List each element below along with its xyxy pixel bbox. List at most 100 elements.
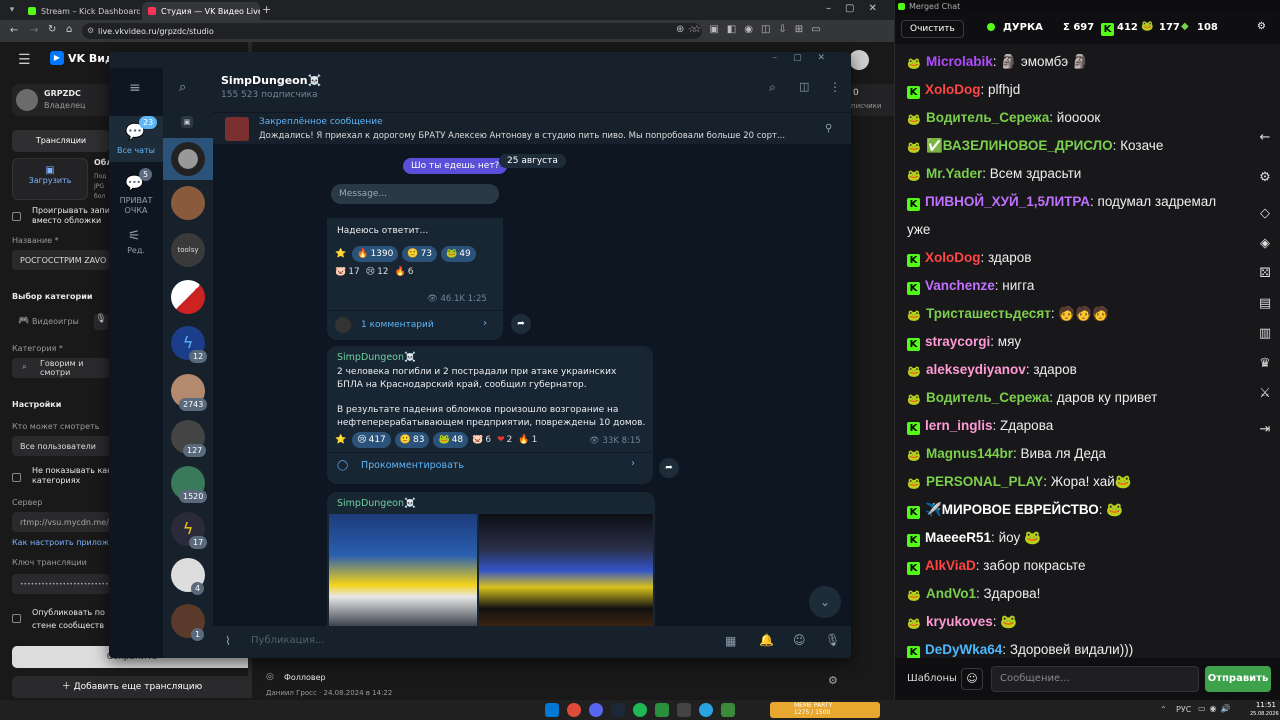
sidebar-toggle-icon[interactable]: ◫ — [799, 80, 809, 93]
new-tab-icon[interactable]: + — [262, 3, 271, 16]
reaction[interactable]: 🙂 83 — [394, 432, 430, 448]
chat-username[interactable]: Microlabik — [926, 54, 993, 69]
upload-cover-button[interactable]: ▣ Загрузить — [12, 158, 88, 200]
chat-username[interactable]: AlkViaD — [925, 558, 976, 573]
search-icon[interactable]: ⌕ — [179, 80, 186, 95]
reaction[interactable]: ❤ 2 — [497, 433, 512, 447]
archive-icon[interactable]: ▣ — [181, 116, 193, 128]
chat-username[interactable]: XoloDog — [925, 82, 981, 97]
chat-username[interactable]: lern_inglis — [925, 418, 993, 433]
reload-icon[interactable]: ↻ — [48, 24, 56, 35]
category-input[interactable]: ⌕ Говорим и смотри — [12, 358, 110, 378]
forward-icon[interactable]: → — [30, 25, 38, 36]
reaction[interactable]: 🐸 48 — [433, 432, 469, 448]
search-icon[interactable]: ⌕ — [769, 80, 776, 95]
chat-avatar[interactable] — [171, 280, 205, 314]
chat-username[interactable]: MaeeeR51 — [925, 530, 991, 545]
discord-icon[interactable] — [589, 703, 603, 717]
swords-icon[interactable]: ⚔ — [1257, 386, 1273, 402]
pin-list-icon[interactable]: ⚲ — [825, 123, 832, 134]
chat-username[interactable]: straycorgi — [925, 334, 990, 349]
list-icon[interactable]: ▤ — [1257, 296, 1273, 312]
language-indicator[interactable]: РУС — [1176, 705, 1191, 714]
chat-avatar[interactable]: toolsy — [171, 233, 205, 267]
chat-avatar[interactable] — [171, 186, 205, 220]
folder-edit[interactable]: ⚟ Ред. — [109, 228, 163, 264]
clock[interactable]: 11:51 25.08.2026 — [1250, 701, 1279, 719]
gem-icon[interactable]: ◈ — [1257, 236, 1273, 252]
chat-username[interactable]: kryukoves — [926, 614, 993, 629]
comment-cta[interactable]: Прокомментировать — [361, 460, 464, 471]
photo-image[interactable] — [329, 514, 477, 632]
schedule-icon[interactable]: ▦ — [725, 634, 736, 648]
dice-icon[interactable]: ⚄ — [1257, 266, 1273, 282]
post-bubble[interactable]: Надеюсь ответит... ⭐ 🔥 1390 🙂 73 🐸 49 🐷 17 😢 12 🔥 6 … — [327, 218, 503, 340]
reaction-star[interactable]: ⭐ — [335, 247, 346, 261]
profile-avatar[interactable] — [849, 50, 869, 70]
tab-vk-studio[interactable]: Студия — VK Видео Live × — [142, 2, 260, 20]
chevron-right-icon[interactable]: › — [483, 318, 487, 329]
chat-username[interactable]: PERSONAL_PLAY — [926, 474, 1043, 489]
hide-checkbox[interactable] — [12, 473, 21, 482]
bar-chart-icon[interactable]: ▥ — [1257, 326, 1273, 342]
name-input[interactable]: РОСГОССТРИМ ZAVO — [12, 250, 110, 270]
extensions-icons[interactable]: ⊕☆▣◧◉◫⇩⊞▭ — [676, 24, 829, 35]
chat-username[interactable]: ✈️МИРОВОЕ ЕВРЕЙСТВО — [925, 502, 1099, 517]
reaction[interactable]: 🐸 49 — [441, 246, 476, 262]
emoji-icon[interactable]: ☺ — [793, 633, 806, 647]
reaction[interactable]: 🔥 6 — [395, 265, 414, 279]
folder-private[interactable]: 💬 5 ПРИВАТ ОЧКА — [109, 168, 163, 216]
vk-video-logo-icon[interactable]: ▶ — [50, 51, 64, 65]
tab-kick-dashboard[interactable]: Stream – Kick Dashboard × — [22, 2, 140, 20]
reaction[interactable]: 🔥 1 — [518, 433, 537, 447]
gear-icon[interactable]: ⚙ — [1257, 21, 1266, 32]
key-input[interactable]: •••••••••••••••••••••••••••• — [12, 574, 110, 594]
spotify-icon[interactable] — [633, 703, 647, 717]
publish-checkbox[interactable] — [12, 614, 21, 623]
home-icon[interactable]: ⌂ — [66, 24, 72, 35]
chat-username[interactable]: alekseydiyanov — [926, 362, 1026, 377]
server-input[interactable]: rtmp://vsu.mycdn.me/inp — [12, 512, 121, 532]
how-connect-link[interactable]: Как настроить приложен — [12, 538, 119, 547]
reactions-row[interactable]: ⭐ 😢 417 🙂 83 🐸 48 🐷 6 ❤ 2 🔥 1 — [335, 432, 595, 448]
reaction[interactable]: 🐷 17 — [335, 265, 360, 279]
hamburger-icon[interactable]: ≡ — [129, 80, 141, 96]
back-icon[interactable]: ← — [10, 25, 18, 36]
reaction[interactable]: 🙂 73 — [402, 246, 438, 262]
gear-icon[interactable]: ⚙ — [1257, 170, 1273, 186]
chat-username[interactable]: DeDyWka64 — [925, 642, 1002, 657]
menu-icon[interactable]: ☰ — [18, 52, 31, 68]
chat-username[interactable]: Magnus144br — [926, 446, 1013, 461]
chevron-right-icon[interactable]: › — [631, 458, 635, 469]
window-controls[interactable]: –▢✕ — [826, 3, 891, 14]
reaction[interactable]: 🔥 1390 — [352, 246, 399, 262]
chat-username[interactable]: XoloDog — [925, 250, 981, 265]
reaction-star[interactable]: ⭐ — [335, 433, 346, 447]
templates-button[interactable]: Шаблоны — [901, 668, 963, 690]
chat-username[interactable]: Vanchenze — [925, 278, 995, 293]
channel-card[interactable]: GRPZDC Владелец — [12, 84, 112, 116]
app-icon[interactable] — [721, 703, 735, 717]
add-stream-button[interactable]: ＋ Добавить еще трансляцию — [12, 676, 252, 698]
steam-icon[interactable] — [611, 703, 625, 717]
reaction[interactable]: 😢 417 — [352, 432, 391, 448]
address-bar[interactable]: ⚙ live.vkvideo.ru/grpzdc/studio ☆ — [82, 23, 702, 39]
play-instead-checkbox[interactable] — [12, 212, 21, 221]
scroll-down-icon[interactable]: ⌄ — [809, 586, 841, 618]
share-icon[interactable]: ➦ — [511, 314, 531, 334]
telegram-icon[interactable] — [699, 703, 713, 717]
telegram-window-controls[interactable]: –▢✕ — [772, 53, 841, 63]
emoji-icon[interactable]: ☺ — [961, 668, 983, 690]
microphone-icon[interactable]: 🎙 — [94, 314, 108, 330]
post-bubble[interactable]: SimpDungeon☠️ — [327, 492, 655, 632]
share-icon[interactable]: ➦ — [659, 458, 679, 478]
chat-username[interactable]: Водитель_Сережа — [926, 110, 1049, 125]
category-tab-games[interactable]: Видеоигры — [32, 317, 79, 326]
chat-username[interactable]: Тристашестьдесят — [926, 306, 1051, 321]
clear-button[interactable]: Очистить — [901, 20, 964, 38]
bell-icon[interactable]: 🔔 — [759, 633, 774, 647]
microphone-icon[interactable]: 🎙 — [825, 633, 840, 647]
attach-icon[interactable]: ⌇ — [225, 634, 231, 648]
photo-image[interactable] — [479, 514, 653, 632]
folder-all-chats[interactable]: 💬 23 Все чаты — [109, 116, 163, 162]
